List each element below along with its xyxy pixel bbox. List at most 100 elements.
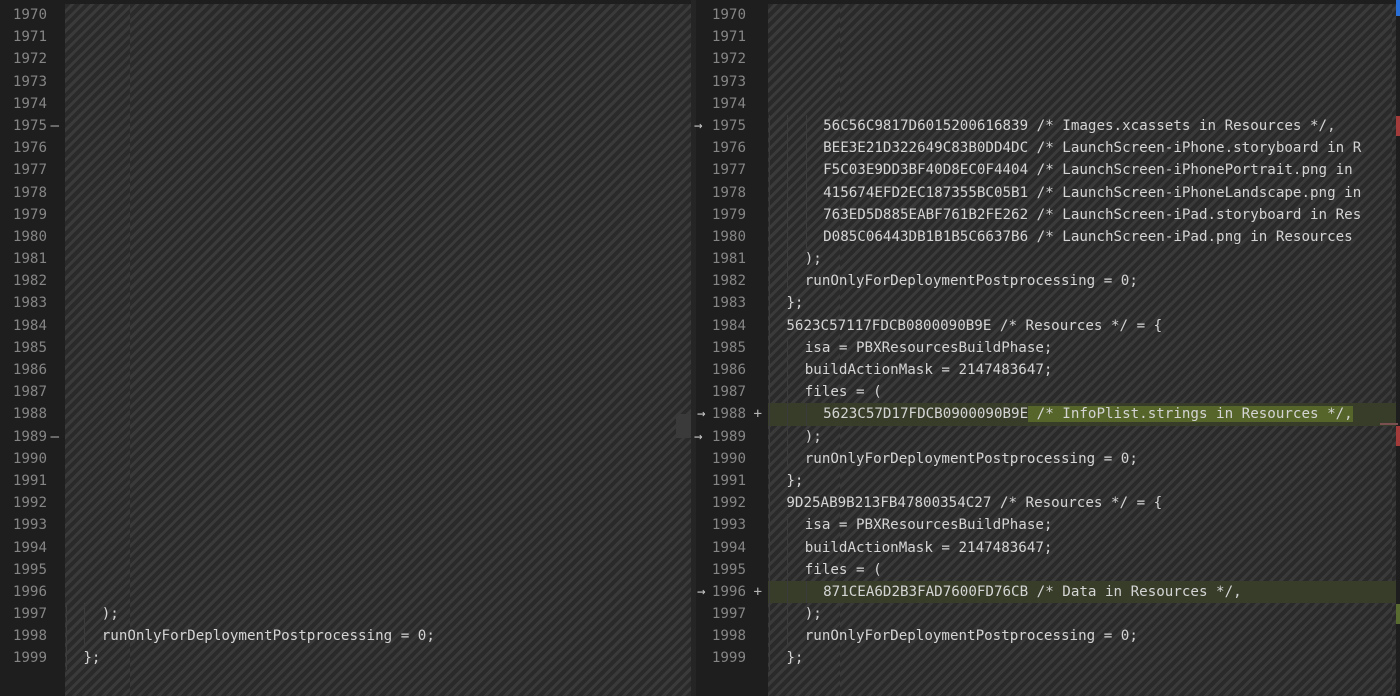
added-marker-icon: + [753,583,762,600]
line-number: 1976 [711,140,746,157]
code-line[interactable]: 1990 runOnlyForDeploymentPostprocessing =… [696,447,1400,470]
line-number: 1980 [12,228,47,245]
line-number: 1974 [12,95,47,112]
line-number: 1983 [12,295,47,312]
line-gutter: 1983 [0,292,61,314]
code-line[interactable]: 1997); [0,603,691,626]
line-gutter: 1995 [0,559,61,581]
indent-guide [66,625,67,648]
code-line[interactable]: 1994 buildActionMask = 2147483647; [696,536,1400,559]
indent-guide [787,114,789,138]
code-line[interactable]: 1979 763ED5D885EABF761B2FE262 /* LaunchSc… [696,203,1400,226]
code-line[interactable]: 1983}; [696,292,1400,315]
code-text: }; [786,650,804,667]
line-gutter: 1991 [696,470,764,492]
line-gutter: 1987 [696,381,764,403]
code-line[interactable]: 1993 isa = PBXResourcesBuildPhase; [696,514,1400,537]
indent-guide [769,580,770,604]
code-content: }; [768,647,1400,670]
diff-added-line[interactable]: 1996 + → 871CEA6D2B3FAD7600FD76CB /* Data i… [696,580,1400,604]
original-pane[interactable]: 1970/* Begin PBXResourcesBuildPhase sect… [0,4,691,696]
left-scrollbar-thumb[interactable] [676,414,691,438]
code-line[interactable]: 1975 56C56C9817D6015200616839 /* Images.x… [696,114,1400,138]
code-line[interactable]: 1987 files = ( [696,381,1400,404]
line-gutter: 1977 [696,159,764,181]
line-number: 1982 [12,273,47,290]
diff-added-line[interactable]: 1988 + → 5623C57D17FDCB0900090B9E /* InfoPl… [696,403,1400,426]
code-content: buildActionMask = 2147483647; [768,536,1400,559]
line-number: 1991 [12,472,47,489]
code-line[interactable]: 1977 F5C03E9DD3BF40D8EC0F4404 /* LaunchSc… [696,159,1400,182]
line-gutter: 1976 [696,137,764,159]
indent-guide [769,403,770,426]
indent-guide [84,625,86,648]
code-text: BEE3E21D322649C83B0DD4DC /* LaunchScreen… [823,140,1362,157]
line-number: 1978 [711,184,746,201]
indent-guide [769,181,770,204]
code-line[interactable]: 1989); [696,425,1400,448]
overview-removed-mark [1396,426,1400,446]
code-text: 415674EFD2EC187355BC05B1 /* LaunchScreen… [823,184,1362,201]
code-line[interactable]: 1998 runOnlyForDeploymentPostprocessing =… [696,625,1400,648]
code-line[interactable]: 1997); [696,603,1400,626]
line-gutter: 1986 [696,359,764,381]
code-content: runOnlyForDeploymentPostprocessing = 0; [768,447,1400,470]
code-line[interactable]: 1978 415674EFD2EC187355BC05B1 /* LaunchSc… [696,181,1400,204]
code-line[interactable]: 1991}; [696,469,1400,493]
code-line[interactable]: 1995 files = ( [696,558,1400,581]
code-line[interactable]: 1981); [696,248,1400,271]
line-number: 1978 [12,184,47,201]
code-content: 5623C57117FDCB0800090B9E /* Resources */… [768,314,1400,337]
line-gutter: 1987 [0,381,61,403]
indent-guide [769,492,770,515]
line-gutter: 1973 [696,71,764,93]
line-gutter: 1978 [0,182,61,204]
code-line[interactable]: 1999}; [696,647,1400,670]
line-number: 1981 [12,251,47,268]
line-gutter: 1994 [0,537,61,559]
code-line[interactable]: 1998 runOnlyForDeploymentPostprocessing =… [0,625,691,648]
code-line[interactable]: 1984 5623C57117FDCB0800090B9E /* Resource… [696,314,1400,337]
indent-guide [769,114,770,138]
line-gutter: 1980 [0,226,61,248]
line-gutter: 1970 [0,4,61,26]
line-gutter: 1975 [696,115,764,137]
code-content: isa = PBXResourcesBuildPhase; [768,514,1400,537]
code-text: 9D25AB9B213FB47800354C27 /* Resources */… [786,495,1163,512]
code-line[interactable]: 1982 runOnlyForDeploymentPostprocessing =… [696,270,1400,293]
line-number: 1999 [12,650,47,667]
code-line[interactable]: 1976 BEE3E21D322649C83B0DD4DC /* LaunchSc… [696,137,1400,160]
line-number: 1991 [711,472,746,489]
code-line[interactable]: 1986 buildActionMask = 2147483647; [696,359,1400,382]
line-gutter: 1985 [0,337,61,359]
line-number: 1985 [12,339,47,356]
line-gutter: 1988 [0,403,61,425]
code-content: D085C06443DB1B1B5C6637B6 /* LaunchScreen… [768,225,1400,249]
line-number: 1999 [711,650,746,667]
revert-arrow-icon[interactable]: → [694,426,703,448]
diff-editor: 1970/* Begin PBXResourcesBuildPhase sect… [0,0,1400,696]
indent-guide [805,203,807,226]
code-text: D085C06443DB1B1B5C6637B6 /* LaunchScreen… [823,228,1353,245]
line-number: 1997 [711,606,746,623]
indent-guide [769,447,770,470]
code-content: 56C56C9817D6015200616839 /* Images.xcass… [768,114,1400,138]
code-line[interactable]: 1980 D085C06443DB1B1B5C6637B6 /* LaunchSc… [696,225,1400,249]
code-text: files = ( [804,384,882,401]
indent-guide [769,359,770,382]
revert-arrow-icon[interactable]: → [694,115,703,137]
code-line[interactable]: 1992 9D25AB9B213FB47800354C27 /* Resource… [696,492,1400,515]
code-text: ); [101,606,119,623]
code-content: ); [65,603,691,626]
code-line[interactable]: 1999}; [0,647,691,670]
modified-pane[interactable]: 1970/* Begin PBXResourcesBuildPhase sect… [696,4,1400,696]
indent-guide [769,514,770,537]
diff-placeholder[interactable] [65,4,691,696]
indent-guide [769,469,770,493]
line-gutter: 1998 [0,625,61,647]
code-text: buildActionMask = 2147483647; [804,362,1053,378]
overview-cursor-mark [1396,0,1400,16]
indent-guide [787,603,789,626]
code-line[interactable]: 1985 isa = PBXResourcesBuildPhase; [696,336,1400,359]
code-text: 871CEA6D2B3FAD7600FD76CB /* Data in Reso… [823,583,1242,600]
